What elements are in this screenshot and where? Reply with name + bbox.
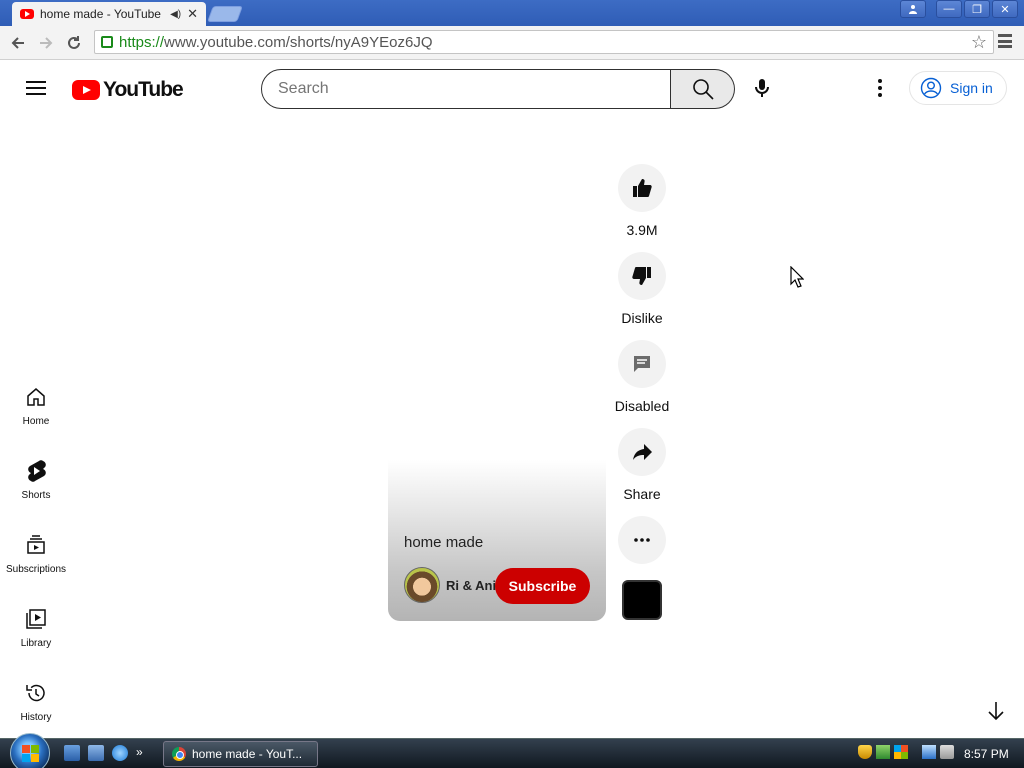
short-video-overlay[interactable]: home made Ri & Ani Subscribe: [388, 460, 606, 621]
dislike-button[interactable]: [618, 252, 666, 300]
share-button[interactable]: [618, 428, 666, 476]
library-icon: [25, 606, 47, 632]
sidebar-item-label: Shorts: [21, 490, 51, 501]
bookmark-star-icon[interactable]: ☆: [971, 32, 987, 53]
address-bar[interactable]: https://www.youtube.com/shorts/nyA9YEoz6…: [94, 30, 994, 54]
forward-arrow-icon[interactable]: [32, 29, 60, 57]
new-tab-button[interactable]: [207, 6, 243, 22]
browser-toolbar: https://www.youtube.com/shorts/nyA9YEoz6…: [0, 26, 1024, 60]
lock-icon: [101, 36, 113, 48]
youtube-logo[interactable]: YouTube: [72, 78, 184, 102]
minimize-button[interactable]: —: [936, 0, 962, 18]
system-tray: [858, 745, 954, 759]
window-controls: — ❐ ✕: [900, 0, 1018, 18]
channel-name[interactable]: Ri & Ani: [446, 578, 496, 593]
taskbar: » home made - YouT... 8:57 PM: [0, 733, 1024, 768]
more-action: [612, 516, 672, 564]
comment-icon: [634, 356, 650, 372]
sidebar-item-library[interactable]: Library: [0, 606, 72, 662]
youtube-header: YouTube Sign in: [0, 60, 1024, 116]
close-window-button[interactable]: ✕: [992, 0, 1018, 18]
share-icon: [633, 444, 652, 460]
sound-thumbnail[interactable]: [622, 580, 662, 620]
history-icon: [25, 680, 47, 706]
channel-row: Ri & Ani: [404, 567, 496, 603]
quick-launch: »: [64, 745, 143, 761]
quick-launch-more-icon[interactable]: »: [136, 745, 143, 761]
sidebar-item-shorts[interactable]: Shorts: [0, 458, 72, 514]
youtube-favicon-icon: [20, 9, 34, 19]
home-icon: [25, 384, 47, 410]
sidebar-item-history[interactable]: History: [0, 680, 72, 736]
like-count: 3.9M: [626, 222, 658, 238]
url-text: https://www.youtube.com/shorts/nyA9YEoz6…: [119, 34, 433, 51]
volume-muted-icon[interactable]: [940, 745, 954, 759]
screen: home made - YouTube ◀) ✕ — ❐ ✕ https://w…: [0, 0, 1024, 768]
thumbs-down-icon: [632, 267, 651, 285]
mouse-cursor-icon: [790, 265, 805, 293]
more-options-button[interactable]: [618, 516, 666, 564]
share-label: Share: [623, 486, 661, 502]
back-arrow-icon[interactable]: [4, 29, 32, 57]
like-button[interactable]: [618, 164, 666, 212]
url-scheme: https://: [119, 33, 165, 51]
speaker-icon[interactable]: ◀): [170, 9, 181, 20]
dislike-action: Dislike: [612, 252, 672, 326]
sidebar-item-label: History: [20, 712, 52, 723]
reload-icon[interactable]: [60, 29, 88, 57]
taskbar-chrome-window[interactable]: home made - YouT...: [163, 741, 318, 767]
tab-title: home made - YouTube: [40, 7, 161, 21]
browser-tab[interactable]: home made - YouTube ◀) ✕: [12, 2, 206, 26]
security-shield-icon[interactable]: [858, 745, 872, 759]
shorts-icon: [25, 458, 47, 484]
search-button[interactable]: [671, 69, 735, 109]
thumbs-up-icon: [633, 179, 652, 197]
hamburger-menu-icon[interactable]: [26, 81, 46, 95]
sidebar-item-label: Home: [22, 416, 50, 427]
search-input[interactable]: [261, 69, 671, 109]
sidebar-item-home[interactable]: Home: [0, 384, 72, 440]
restore-button[interactable]: ❐: [964, 0, 990, 18]
comments-label: Disabled: [614, 398, 670, 414]
comments-button[interactable]: [618, 340, 666, 388]
search-box: [261, 69, 735, 109]
sign-in-button[interactable]: Sign in: [909, 71, 1007, 105]
windows-logo-icon: [21, 744, 39, 762]
settings-more-icon[interactable]: [878, 79, 882, 97]
subscribe-button[interactable]: Subscribe: [495, 568, 590, 604]
network-icon[interactable]: [922, 745, 936, 759]
more-horizontal-icon: [634, 538, 650, 542]
internet-explorer-icon[interactable]: [112, 745, 128, 761]
account-circle-icon: [920, 77, 942, 99]
sign-in-label: Sign in: [950, 80, 993, 96]
taskbar-window-label: home made - YouT...: [192, 747, 303, 761]
url-path: www.youtube.com/shorts/nyA9YEoz6JQ: [164, 33, 433, 51]
subscriptions-icon: [25, 532, 47, 558]
windows-flag-tray-icon[interactable]: [894, 745, 908, 759]
sidebar-item-subscriptions[interactable]: Subscriptions: [0, 532, 72, 588]
browser-titlebar: home made - YouTube ◀) ✕ — ❐ ✕: [0, 0, 1024, 26]
channel-avatar[interactable]: [404, 567, 440, 603]
sidebar-item-label: Subscriptions: [5, 564, 67, 575]
dislike-label: Dislike: [621, 310, 663, 326]
show-desktop-icon[interactable]: [64, 745, 80, 761]
share-action: Share: [612, 428, 672, 502]
logo-text: YouTube: [103, 78, 184, 101]
sidebar-item-label: Library: [20, 638, 52, 649]
update-icon[interactable]: [876, 745, 890, 759]
microphone-icon[interactable]: [750, 76, 774, 105]
tab-close-icon[interactable]: ✕: [187, 6, 198, 22]
like-action: 3.9M: [612, 164, 672, 238]
user-profile-icon[interactable]: [900, 0, 926, 18]
comments-action: Disabled: [612, 340, 672, 414]
start-button[interactable]: [10, 733, 50, 768]
switch-windows-icon[interactable]: [88, 745, 104, 761]
youtube-play-icon: [72, 80, 100, 100]
search-icon: [692, 79, 714, 100]
browser-menu-icon[interactable]: [998, 34, 1012, 48]
taskbar-clock[interactable]: 8:57 PM: [964, 747, 1009, 761]
short-title[interactable]: home made: [404, 534, 483, 551]
chrome-icon: [172, 747, 186, 761]
down-arrow-icon[interactable]: [986, 700, 1006, 727]
